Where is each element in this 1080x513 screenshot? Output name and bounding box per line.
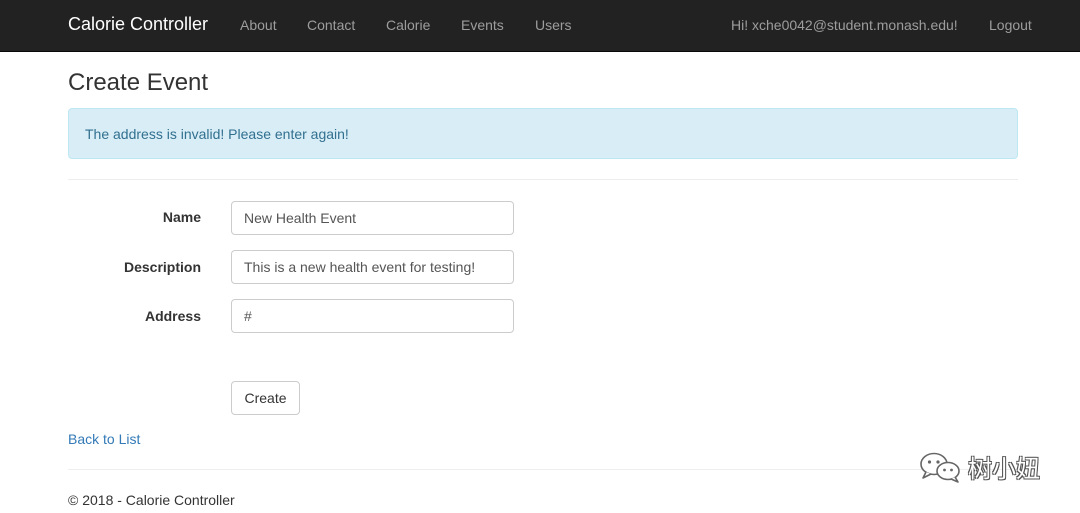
name-input[interactable] <box>231 201 514 235</box>
nav-calorie[interactable]: Calorie <box>386 17 430 33</box>
description-input[interactable] <box>231 250 514 284</box>
brand-link[interactable]: Calorie Controller <box>68 14 208 35</box>
error-alert: The address is invalid! Please enter aga… <box>68 108 1018 159</box>
wechat-icon <box>920 452 960 483</box>
name-label: Name <box>162 209 201 225</box>
page-title: Create Event <box>68 69 209 96</box>
alert-message: The address is invalid! Please enter aga… <box>85 126 349 142</box>
logout-link[interactable]: Logout <box>989 17 1032 33</box>
watermark-text: 树小妞 <box>968 455 1040 483</box>
back-to-list-link[interactable]: Back to List <box>68 431 140 447</box>
top-navbar: Calorie Controller About Contact Calorie… <box>0 0 1080 52</box>
footer-divider <box>68 469 1018 470</box>
nav-contact[interactable]: Contact <box>307 17 355 33</box>
nav-users[interactable]: Users <box>535 17 572 33</box>
watermark: 树小妞 <box>918 449 1040 484</box>
footer-text: © 2018 - Calorie Controller <box>68 492 235 508</box>
address-label: Address <box>144 308 201 324</box>
create-button[interactable]: Create <box>231 381 300 415</box>
nav-events[interactable]: Events <box>461 17 504 33</box>
divider <box>68 179 1018 180</box>
user-greeting-link[interactable]: Hi! xche0042@student.monash.edu! <box>731 17 958 33</box>
address-input[interactable] <box>231 299 514 333</box>
nav-about[interactable]: About <box>240 17 277 33</box>
description-label: Description <box>123 259 201 275</box>
